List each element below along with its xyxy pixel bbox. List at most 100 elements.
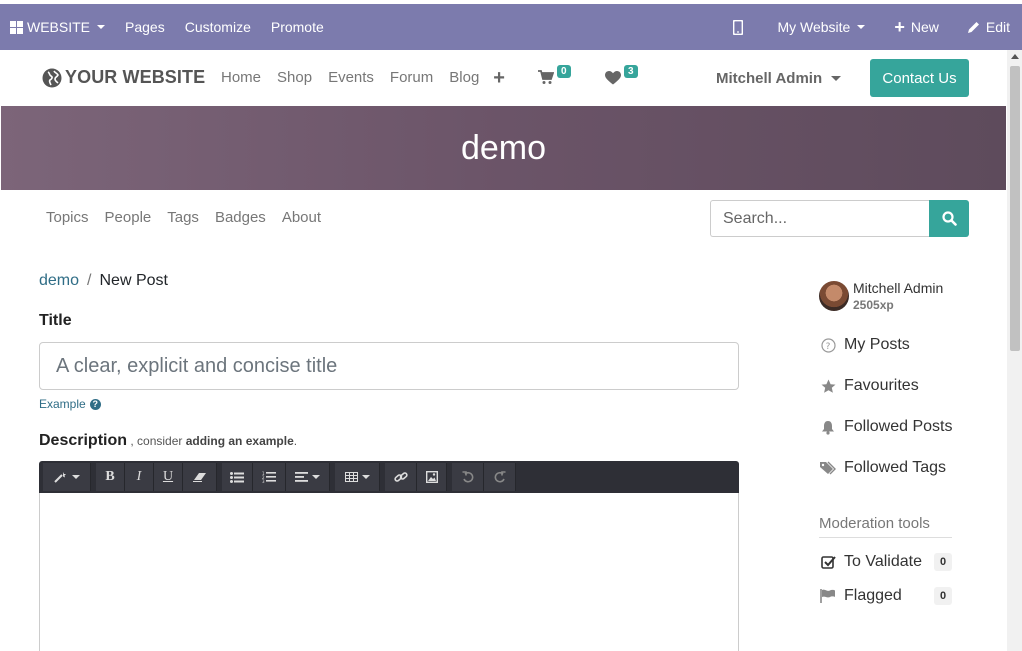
- wishlist-count-badge: 3: [624, 65, 638, 78]
- site-selector-label: My Website: [777, 19, 851, 35]
- customize-menu[interactable]: Customize: [175, 4, 261, 50]
- description-label: Description: [39, 432, 128, 449]
- website-menu-button[interactable]: WEBSITE: [0, 4, 115, 50]
- forum-search: Search...: [710, 200, 969, 237]
- forum-title: demo: [460, 128, 547, 167]
- nav-blog[interactable]: Blog: [449, 69, 479, 86]
- admin-bar: WEBSITE Pages Customize Promote My Websi…: [0, 0, 1022, 50]
- redo-icon: [494, 471, 505, 483]
- link-icon: [393, 472, 408, 482]
- admin-bar-right: My Website + New Edit: [715, 4, 1022, 50]
- breadcrumb-forum-link[interactable]: demo: [39, 272, 79, 289]
- description-editor[interactable]: [39, 493, 739, 651]
- nav-home[interactable]: Home: [221, 69, 261, 86]
- scroll-up-arrow-icon[interactable]: [1011, 54, 1019, 59]
- breadcrumb-current: New Post: [99, 272, 168, 289]
- description-label-row: Description , consider adding an example…: [39, 432, 297, 450]
- sidebar-followed-posts-label: Followed Posts: [844, 418, 953, 435]
- italic-button[interactable]: I: [125, 463, 154, 491]
- style-dropdown-button[interactable]: [43, 463, 91, 491]
- page: WEBSITE Pages Customize Promote My Websi…: [0, 0, 1022, 651]
- flag-icon: [819, 589, 837, 603]
- forum-nav-topics[interactable]: Topics: [46, 209, 89, 226]
- search-input[interactable]: Search...: [710, 200, 929, 237]
- moderation-tools-title: Moderation tools: [819, 515, 952, 538]
- site-logo[interactable]: YOUR WEBSITE: [42, 67, 205, 88]
- cart-count-badge: 0: [557, 65, 571, 78]
- image-icon: [425, 471, 438, 483]
- underline-button[interactable]: U: [154, 463, 183, 491]
- bullet-list-button[interactable]: [222, 463, 253, 491]
- forum-nav-about[interactable]: About: [282, 209, 321, 226]
- promote-menu[interactable]: Promote: [261, 4, 334, 50]
- new-label: New: [910, 19, 939, 35]
- breadcrumb: demo / New Post: [39, 272, 168, 290]
- sidebar-user-xp: 2505xp: [853, 298, 894, 312]
- forum-nav-tags[interactable]: Tags: [167, 209, 199, 226]
- flagged-count-badge: 0: [934, 587, 952, 605]
- redo-button[interactable]: [484, 463, 516, 491]
- forum-nav-people[interactable]: People: [105, 209, 152, 226]
- site-header: YOUR WEBSITE Home Shop Events Forum Blog…: [0, 50, 1006, 106]
- website-menu-label: WEBSITE: [27, 19, 91, 35]
- sidebar-to-validate-label: To Validate: [844, 553, 922, 570]
- shopping-cart-icon: [538, 70, 554, 84]
- align-dropdown-button[interactable]: [286, 463, 330, 491]
- user-menu[interactable]: Mitchell Admin: [716, 70, 842, 87]
- nav-events[interactable]: Events: [328, 69, 374, 86]
- main-nav: Home Shop Events Forum Blog +: [213, 68, 505, 88]
- bold-button[interactable]: B: [96, 463, 125, 491]
- insert-link-button[interactable]: [385, 463, 417, 491]
- question-circle-icon: ?: [819, 337, 837, 353]
- pages-menu[interactable]: Pages: [115, 4, 175, 50]
- new-button[interactable]: + New: [885, 4, 958, 50]
- insert-image-button[interactable]: [417, 463, 447, 491]
- sidebar-flagged[interactable]: Flagged: [819, 587, 902, 605]
- sidebar-flagged-label: Flagged: [844, 587, 902, 604]
- sidebar-followed-tags-label: Followed Tags: [844, 459, 946, 476]
- contact-us-button[interactable]: Contact Us: [870, 59, 969, 97]
- undo-button[interactable]: [452, 463, 484, 491]
- cart-link[interactable]: 0: [538, 65, 571, 85]
- sidebar-followed-tags[interactable]: Followed Tags: [819, 459, 946, 477]
- description-hint-suffix: .: [293, 434, 298, 448]
- star-icon: [819, 379, 837, 394]
- adding-example-link[interactable]: adding an example: [186, 434, 294, 448]
- table-icon: [344, 472, 358, 482]
- logo-text: YOUR WEBSITE: [65, 67, 206, 87]
- clear-format-button[interactable]: [183, 463, 217, 491]
- search-button[interactable]: [929, 200, 969, 237]
- chevron-down-icon: [312, 475, 320, 479]
- title-input[interactable]: A clear, explicit and concise title: [39, 342, 739, 390]
- example-link[interactable]: Example ?: [39, 397, 101, 411]
- chevron-down-icon: [71, 475, 80, 479]
- avatar: [819, 281, 849, 311]
- plus-icon: +: [894, 17, 905, 37]
- site-selector[interactable]: My Website: [767, 4, 885, 50]
- sidebar-my-posts-label: My Posts: [844, 336, 910, 353]
- edit-button[interactable]: Edit: [958, 4, 1022, 50]
- nav-shop[interactable]: Shop: [277, 69, 312, 86]
- sidebar-favourites[interactable]: Favourites: [819, 377, 919, 395]
- wishlist-link[interactable]: 3: [605, 65, 638, 85]
- nav-forum[interactable]: Forum: [390, 69, 433, 86]
- forum-nav-badges[interactable]: Badges: [215, 209, 266, 226]
- table-dropdown-button[interactable]: [335, 463, 380, 491]
- unordered-list-icon: [230, 471, 244, 483]
- mobile-preview-button[interactable]: [715, 4, 767, 50]
- sidebar-user-name[interactable]: Mitchell Admin: [853, 280, 943, 296]
- sidebar-to-validate[interactable]: To Validate: [819, 553, 922, 571]
- sidebar-followed-posts[interactable]: Followed Posts: [819, 418, 953, 436]
- edit-label: Edit: [985, 19, 1010, 35]
- forum-nav: Topics People Tags Badges About: [38, 209, 329, 226]
- svg-text:3: 3: [262, 479, 265, 483]
- undo-icon: [462, 471, 473, 483]
- tags-icon: [819, 461, 837, 475]
- chevron-down-icon: [97, 25, 106, 29]
- italic-icon: I: [136, 469, 142, 484]
- editor-toolbar: B I U 123: [39, 461, 739, 493]
- add-menu-plus-icon[interactable]: +: [493, 68, 505, 88]
- sidebar-my-posts[interactable]: ? My Posts: [819, 336, 910, 354]
- numbered-list-button[interactable]: 123: [253, 463, 286, 491]
- scrollbar-thumb[interactable]: [1010, 66, 1020, 351]
